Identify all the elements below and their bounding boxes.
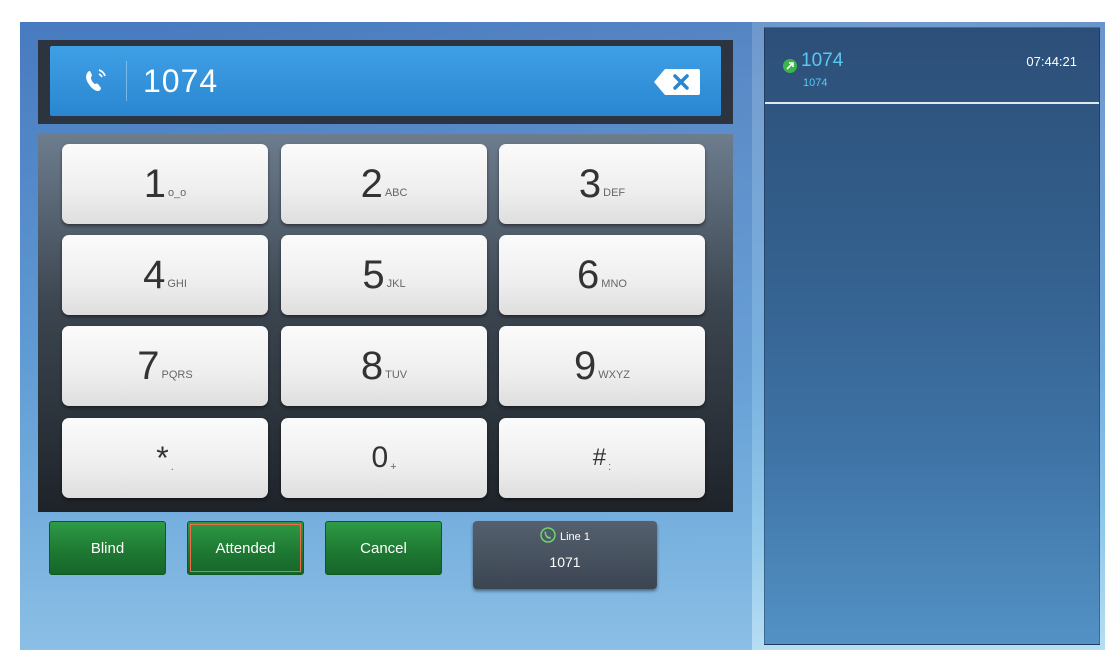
- line-key-button[interactable]: Line 1 1071: [473, 521, 657, 589]
- key-digit: 9: [573, 343, 597, 388]
- key-digit: 7: [137, 343, 160, 388]
- key-7[interactable]: 7 PQRS: [62, 326, 268, 406]
- key-digit: 5: [362, 252, 385, 297]
- keypad: 1 o_o 2 ABC 3 DEF 4 GHI 5 JKL 6 MNO 7 PQRS 8 TUV: [38, 134, 733, 512]
- key-3[interactable]: 3 DEF: [499, 144, 705, 224]
- key-8[interactable]: 8 TUV: [281, 326, 487, 406]
- key-letters: PQRS: [161, 369, 193, 381]
- line-number: 1071: [549, 554, 581, 570]
- call-list-panel: 1074 1074 07:44:21: [764, 27, 1100, 645]
- key-digit: 3: [578, 161, 602, 206]
- field-separator: [126, 61, 127, 101]
- dial-header: 1074: [38, 40, 733, 124]
- phone-screen: 1074 1 o_o 2 ABC 3 DEF 4 GHI 5 JKL 6 MNO…: [20, 22, 1105, 650]
- number-input[interactable]: 1074: [50, 46, 721, 116]
- key-2[interactable]: 2 ABC: [281, 144, 487, 224]
- key-digit: #: [592, 444, 607, 471]
- key-letters: MNO: [601, 278, 627, 290]
- line-label: Line 1: [560, 530, 590, 543]
- key-digit: 4: [143, 252, 166, 297]
- key-digit: 8: [360, 343, 384, 388]
- key-5[interactable]: 5 JKL: [281, 235, 487, 315]
- key-letters: :: [608, 461, 612, 473]
- key-digit: 2: [360, 161, 383, 206]
- key-digit: 0: [371, 441, 389, 474]
- call-time: 07:44:21: [1026, 54, 1077, 69]
- handset-icon: [66, 61, 126, 101]
- line-phone-icon: [540, 527, 556, 546]
- key-9[interactable]: 9 WXYZ: [499, 326, 705, 406]
- key-6[interactable]: 6 MNO: [499, 235, 705, 315]
- key-4[interactable]: 4 GHI: [62, 235, 268, 315]
- key-digit: 6: [577, 252, 600, 297]
- key-letters: WXYZ: [598, 369, 631, 381]
- key-hash[interactable]: #:: [499, 418, 705, 498]
- dialed-number: 1074: [143, 62, 219, 99]
- blind-transfer-button[interactable]: Blind: [49, 521, 166, 575]
- key-1[interactable]: 1 o_o: [62, 144, 268, 224]
- call-name: 1074: [801, 50, 844, 71]
- key-letters: +: [390, 461, 397, 473]
- key-digit: 1: [143, 161, 166, 206]
- list-item[interactable]: 1074 1074 07:44:21: [765, 28, 1099, 104]
- key-letters: TUV: [385, 369, 408, 381]
- key-star[interactable]: *.: [62, 418, 268, 498]
- key-letters: ABC: [384, 187, 408, 199]
- attended-transfer-button[interactable]: Attended: [187, 521, 304, 575]
- key-letters: DEF: [603, 187, 626, 199]
- outgoing-call-icon: [783, 59, 797, 73]
- key-letters: JKL: [386, 278, 406, 290]
- key-letters: GHI: [167, 278, 187, 290]
- key-0[interactable]: 0 +: [281, 418, 487, 498]
- cancel-button[interactable]: Cancel: [325, 521, 442, 575]
- backspace-icon[interactable]: [653, 68, 701, 96]
- key-letters: o_o: [167, 187, 187, 199]
- dial-panel: 1074 1 o_o 2 ABC 3 DEF 4 GHI 5 JKL 6 MNO…: [20, 22, 752, 650]
- key-letters: .: [170, 461, 174, 473]
- call-number: 1074: [803, 77, 828, 89]
- key-digit: *: [156, 439, 169, 476]
